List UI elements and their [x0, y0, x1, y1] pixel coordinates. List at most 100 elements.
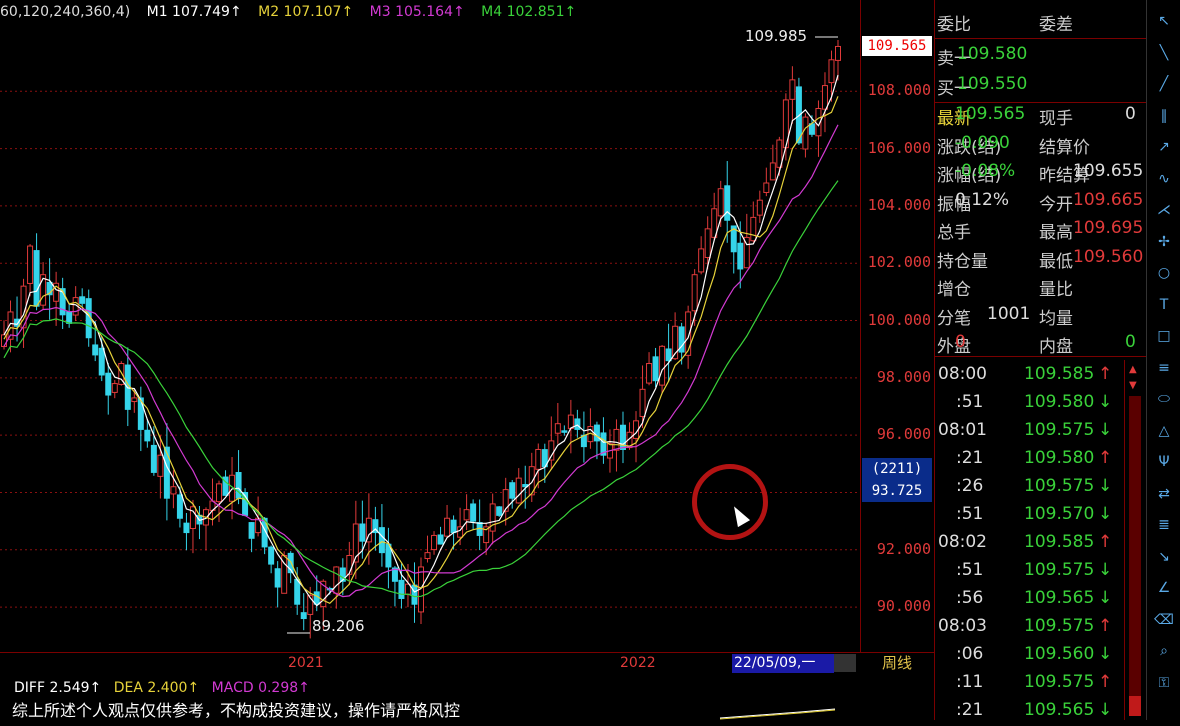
- eraser-icon[interactable]: ⌫: [1153, 609, 1175, 631]
- pitchfork-icon[interactable]: Ψ: [1153, 451, 1175, 473]
- candle-body: [92, 344, 99, 356]
- candle-body: [496, 506, 503, 516]
- scroll-thumb[interactable]: [1129, 696, 1141, 716]
- gann-icon[interactable]: ✢: [1153, 231, 1175, 253]
- candle-body: [561, 430, 568, 433]
- buy-one-row[interactable]: 买一 109.550: [935, 72, 1147, 103]
- period-button[interactable]: 周线: [860, 652, 934, 674]
- trade-row[interactable]: :21 109.565 ↓: [934, 698, 1124, 726]
- quote-row: 涨跌(结) -0.090 结算价: [935, 131, 1147, 159]
- high-annotation: 109.985: [745, 27, 808, 45]
- trade-price: 109.575: [1024, 420, 1095, 440]
- trade-direction: ↓: [1098, 476, 1113, 496]
- trade-row[interactable]: :06 109.560 ↓: [934, 642, 1124, 670]
- kline-svg[interactable]: [0, 0, 860, 652]
- time-label-2022: 2022: [620, 655, 656, 671]
- candle-body: [828, 59, 835, 84]
- lock-icon[interactable]: ⚿: [1153, 672, 1175, 694]
- scroll-track[interactable]: [1129, 396, 1141, 696]
- trade-direction: ↓: [1098, 588, 1113, 608]
- candle-body: [665, 348, 672, 362]
- candle-body: [489, 503, 496, 532]
- trade-direction: ↓: [1098, 700, 1113, 720]
- fork-icon[interactable]: ⋌: [1153, 199, 1175, 221]
- box-icon[interactable]: □: [1153, 325, 1175, 347]
- ray-icon[interactable]: ╱: [1153, 73, 1175, 95]
- buy-one-price: 109.550: [957, 74, 1028, 94]
- channel-icon[interactable]: ⇄: [1153, 483, 1175, 505]
- trade-row[interactable]: 08:03 109.575 ↑: [934, 614, 1124, 642]
- candle-body: [157, 454, 164, 477]
- cursor-icon[interactable]: ↖: [1153, 10, 1175, 32]
- candle-body: [431, 534, 438, 551]
- speed-icon[interactable]: ↘: [1153, 546, 1175, 568]
- trade-time: :56: [956, 588, 984, 608]
- arrow-icon[interactable]: ↗: [1153, 136, 1175, 158]
- scroll-up-icon[interactable]: ▲: [1129, 364, 1137, 375]
- quote-row: 总手 最高 109.695: [935, 216, 1147, 244]
- price-axis[interactable]: 108.000 106.000 104.000 102.000 100.000 98.00…: [860, 0, 935, 652]
- trade-time: :21: [956, 448, 984, 468]
- candle-body: [535, 448, 542, 470]
- candle-body: [515, 477, 522, 504]
- trade-row[interactable]: 08:02 109.585 ↑: [934, 530, 1124, 558]
- trade-row[interactable]: 08:00 109.585 ↑: [934, 362, 1124, 390]
- triangle-icon[interactable]: △: [1153, 420, 1175, 442]
- ellipse-icon[interactable]: ⬭: [1153, 388, 1175, 410]
- zoom-icon[interactable]: ⌕: [1153, 640, 1175, 662]
- trade-row[interactable]: :21 109.580 ↑: [934, 446, 1124, 474]
- price-tick-label: 102.000: [867, 253, 931, 272]
- time-label-2021: 2021: [288, 655, 324, 671]
- cycle-icon[interactable]: ○: [1153, 262, 1175, 284]
- quote-label-2: 最高: [1039, 223, 1073, 243]
- quote-header: 委比 委差: [935, 8, 1147, 39]
- candle-body: [411, 584, 418, 605]
- candle-body: [111, 383, 118, 393]
- quote-value: -0.08%: [955, 161, 1016, 181]
- trade-row[interactable]: :11 109.575 ↑: [934, 670, 1124, 698]
- kline-chart[interactable]: 60,120,240,360,4) M1 107.749↑ M2 107.107…: [0, 0, 860, 652]
- fib-icon[interactable]: ≡: [1153, 357, 1175, 379]
- candle-body: [691, 274, 698, 312]
- scroll-handle[interactable]: [834, 654, 856, 672]
- trade-direction: ↑: [1098, 672, 1113, 692]
- candle-body: [789, 79, 796, 100]
- candle-body: [170, 486, 177, 495]
- trade-time: :51: [956, 504, 984, 524]
- trade-row[interactable]: 08:01 109.575 ↓: [934, 418, 1124, 446]
- line-icon[interactable]: ╲: [1153, 42, 1175, 64]
- quote-label: 持仓量: [937, 251, 988, 272]
- parallel-icon[interactable]: ∥: [1153, 105, 1175, 127]
- wave-icon[interactable]: ∿: [1153, 168, 1175, 190]
- trade-time: :51: [956, 392, 984, 412]
- trade-row[interactable]: :51 109.580 ↓: [934, 390, 1124, 418]
- trade-row[interactable]: :26 109.575 ↓: [934, 474, 1124, 502]
- trade-direction: ↑: [1098, 532, 1113, 552]
- low-annotation: 89.206: [312, 617, 365, 635]
- angle-icon[interactable]: ∠: [1153, 577, 1175, 599]
- text-icon[interactable]: T: [1153, 294, 1175, 316]
- candle-body: [144, 429, 151, 442]
- trade-row[interactable]: :51 109.575 ↓: [934, 558, 1124, 586]
- quote-value: -0.090: [955, 132, 1010, 153]
- candle-body: [150, 444, 157, 473]
- price-tick-label: 98.000: [876, 367, 931, 386]
- sell-one-row[interactable]: 卖一 109.580: [935, 42, 1147, 70]
- trade-row[interactable]: :56 109.565 ↓: [934, 586, 1124, 614]
- candle-body: [509, 482, 516, 499]
- bid-diff-label: 委差: [1039, 15, 1073, 35]
- quote-label: 分笔: [937, 308, 971, 329]
- scroll-down-icon[interactable]: ▼: [1129, 380, 1137, 391]
- tick-trades-list[interactable]: 08:00 109.585 ↑:51 109.580 ↓ 08:01 109.575 ↓:21…: [934, 360, 1124, 720]
- trades-scrollbar[interactable]: ▲ ▼: [1124, 360, 1147, 720]
- trade-price: 109.585: [1024, 532, 1095, 552]
- trade-time: 08:00: [938, 364, 987, 384]
- quote-value: 1001: [987, 303, 1031, 324]
- trade-price: 109.575: [1024, 476, 1095, 496]
- trade-row[interactable]: :51 109.570 ↓: [934, 502, 1124, 530]
- candle-body: [808, 123, 815, 135]
- candle-body: [268, 546, 275, 565]
- drawing-toolbar: ↖ ╲ ╱ ∥ ↗ ∿ ⋌ ✢ ○ T □ ≡ ⬭ △ Ψ ⇄ ≣ ↘ ∠ ⌫ ⌕ ⚿: [1146, 0, 1180, 720]
- fib-time-icon[interactable]: ≣: [1153, 514, 1175, 536]
- trade-direction: ↓: [1098, 420, 1113, 440]
